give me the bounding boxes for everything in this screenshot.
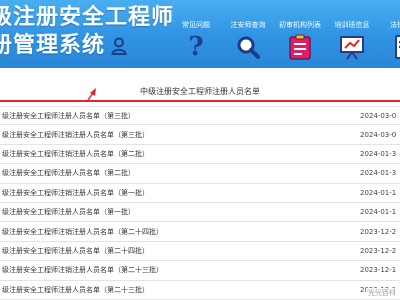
list-item-title[interactable]: 级注册安全工程师注销注册人员名单（第二批） (2, 149, 149, 159)
presentation-board-icon (340, 36, 364, 60)
quicklink-laws-label: 法律法规 (390, 21, 400, 29)
list-item-date: 2024-01-1 (360, 208, 397, 217)
quicklink-org-list-label: 初审机构列表 (279, 21, 321, 29)
quicklink-laws[interactable]: 法律法规 (378, 6, 400, 68)
list-item[interactable]: 级注册安全工程师注册人员名单（第三批） 2024-03-0 (0, 106, 400, 126)
site-header: 级注册安全工程师 册管理系统 常见问题 ? 注安师查询 初审机构列表 培训班信息… (0, 0, 400, 68)
quicklink-faq[interactable]: 常见问题 ? (170, 6, 222, 68)
list-item-title[interactable]: 级注册安全工程师注册人员名单（第一批） (2, 207, 135, 217)
content-area: 中级注册安全工程师注册人员名单 级注册安全工程师注册人员名单（第三批） 2024… (0, 68, 400, 300)
list-item-title[interactable]: 级注册安全工程师注销注册人员名单（第三批） (2, 130, 149, 140)
list-item-title[interactable]: 级注册安全工程师注册人员名单（第三批） (2, 111, 135, 121)
list-item-title[interactable]: 级注册安全工程师注册人员名单（第二批） (2, 168, 135, 178)
quicklink-engineer-search-label: 注安师查询 (230, 21, 266, 29)
org-list-icon (289, 34, 311, 60)
list-item[interactable]: 级注册安全工程师注册人员名单（第二十四批） 2023-12-2 (0, 242, 400, 262)
list-item-title[interactable]: 级注册安全工程师注销注册人员名单（第二十四批） (2, 227, 163, 237)
question-mark-icon: ? (188, 32, 204, 62)
magnifier-icon (237, 36, 260, 59)
user-icon[interactable] (111, 37, 127, 55)
list-item-date: 2023-12-2 (360, 227, 397, 236)
list-item-date: 2024-03-0 (360, 111, 397, 120)
highlight-line (0, 100, 400, 104)
list-item-date: 2024-01-1 (360, 188, 397, 197)
list-item[interactable]: 级注册安全工程师注销注册人员名单（第三批） 2024-03-0 (0, 125, 400, 145)
list-item[interactable]: 级注册安全工程师注销注册人员名单（第一批） 2024-01-1 (0, 184, 400, 203)
list-item[interactable]: 级注册安全工程师注销注册人员名单（第二十三批） 2023-12-1 (0, 261, 400, 281)
list-item-date: 2024-01-3 (360, 149, 397, 158)
quicklink-org-list[interactable]: 初审机构列表 (274, 6, 326, 68)
list-item-date: 2024-01-3 (360, 169, 397, 178)
list-item-title[interactable]: 级注册安全工程师注销注册人员名单（第一批） (2, 188, 149, 198)
quicklink-training[interactable]: 培训班信息 (326, 6, 378, 68)
registration-list: 级注册安全工程师注册人员名单（第三批） 2024-03-0 级注册安全工程师注销… (0, 106, 400, 300)
quicklink-faq-label: 常见问题 (182, 21, 210, 29)
list-item[interactable]: 级注册安全工程师注册人员名单（第二十三批） 2023-12-1 (0, 281, 400, 300)
list-item-title[interactable]: 级注册安全工程师注册人员名单（第二十四批） (2, 246, 149, 256)
list-item[interactable]: 级注册安全工程师注册人员名单（第二批） 2024-01-3 (0, 164, 400, 184)
law-icon (395, 35, 400, 59)
list-item-title[interactable]: 级注册安全工程师注册人员名单（第二十三批） (2, 285, 149, 295)
site-title-line1: 级注册安全工程师 (0, 5, 175, 30)
site-title-line2: 册管理系统 (0, 33, 106, 58)
quicklink-engineer-search[interactable]: 注安师查询 (222, 6, 274, 68)
list-item[interactable]: 级注册安全工程师注销注册人员名单（第二十四批） 2023-12-2 (0, 222, 400, 242)
list-item-date: 2024-03-0 (360, 130, 397, 139)
list-item[interactable]: 级注册安全工程师注销注册人员名单（第二批） 2024-01-3 (0, 145, 400, 165)
list-item-date: 2023-12-2 (360, 246, 397, 255)
list-item-title[interactable]: 级注册安全工程师注销注册人员名单（第二十三批） (2, 265, 163, 275)
list-heading: 中级注册安全工程师注册人员名单 (140, 87, 260, 96)
list-item[interactable]: 级注册安全工程师注册人员名单（第一批） 2024-01-1 (0, 203, 400, 223)
watermark: 光光百科 (366, 288, 398, 298)
list-item-date: 2023-12-1 (360, 266, 397, 275)
site-title: 级注册安全工程师 册管理系统 (0, 4, 174, 60)
quicklink-training-label: 培训班信息 (334, 21, 370, 29)
